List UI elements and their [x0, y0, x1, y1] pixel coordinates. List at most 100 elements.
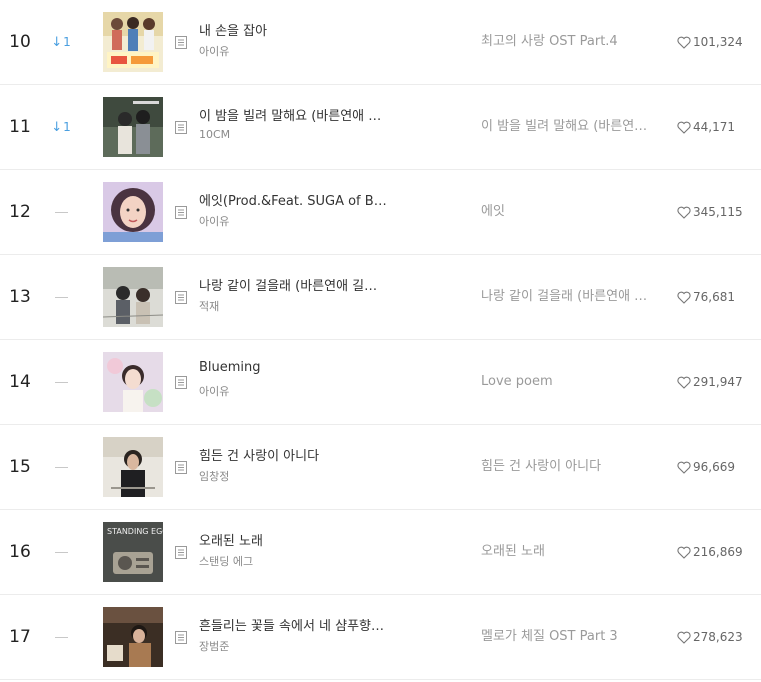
- dash-icon: [54, 636, 68, 638]
- album-cover-portrait-pastel-icon: [103, 352, 163, 412]
- song-title[interactable]: 나랑 같이 걸을래 (바른연애 길잡이 X 적재): [199, 275, 389, 294]
- rank-number: 17: [9, 627, 31, 647]
- like-count: 216,869: [693, 545, 743, 559]
- heart-outline-icon: [677, 546, 691, 559]
- song-title[interactable]: 힘든 건 사랑이 아니다: [199, 445, 389, 464]
- artist-name[interactable]: 10CM: [199, 128, 389, 141]
- dash-icon: [54, 296, 68, 298]
- like-button[interactable]: 278,623: [677, 595, 743, 679]
- album-name[interactable]: 에잇: [481, 170, 656, 254]
- album-cover[interactable]: [103, 12, 163, 72]
- chart-row[interactable]: 11 ↓ 1 이 밤을 빌려 말해요 (바른연애 길잡이 X 10CM) 10C…: [0, 85, 761, 170]
- album-cover-radio-icon: STANDING EGG: [103, 522, 163, 582]
- heart-outline-icon: [677, 376, 691, 389]
- arrow-down-icon: ↓: [51, 34, 63, 50]
- album-cover[interactable]: STANDING EGG: [103, 522, 163, 582]
- like-button[interactable]: 76,681: [677, 255, 735, 339]
- lyrics-document-icon[interactable]: [175, 546, 187, 559]
- rank-change: [44, 510, 78, 594]
- rank-number: 11: [9, 117, 31, 137]
- heart-outline-icon: [677, 631, 691, 644]
- like-count: 96,669: [693, 460, 735, 474]
- heart-outline-icon: [677, 461, 691, 474]
- album-name[interactable]: Love poem: [481, 340, 656, 424]
- artist-name[interactable]: 아이유: [199, 43, 389, 59]
- artist-name[interactable]: 임창정: [199, 468, 389, 484]
- song-title[interactable]: 오래된 노래: [199, 530, 389, 549]
- lyrics-document-icon[interactable]: [175, 206, 187, 219]
- rank-change-amount: 1: [63, 120, 71, 134]
- album-cover[interactable]: [103, 437, 163, 497]
- dash-icon: [54, 551, 68, 553]
- like-count: 291,947: [693, 375, 743, 389]
- chart-row[interactable]: 16 STANDING EGG 오래된 노래 스탠딩 에그 오래된 노래 216…: [0, 510, 761, 595]
- rank-number: 13: [9, 287, 31, 307]
- lyrics-document-icon[interactable]: [175, 376, 187, 389]
- like-button[interactable]: 216,869: [677, 510, 743, 594]
- song-title[interactable]: 내 손을 잡아: [199, 20, 389, 39]
- heart-outline-icon: [677, 291, 691, 304]
- chart-row[interactable]: 10 ↓ 1 내 손을 잡아 아이유 최고의 사랑 OST Part.4 101…: [0, 0, 761, 85]
- like-count: 76,681: [693, 290, 735, 304]
- rank-change: [44, 425, 78, 509]
- lyrics-document-icon[interactable]: [175, 121, 187, 134]
- chart-row[interactable]: 12 에잇(Prod.&Feat. SUGA of BTS) 아이유 에잇 34…: [0, 170, 761, 255]
- like-count: 44,171: [693, 120, 735, 134]
- heart-outline-icon: [677, 206, 691, 219]
- artist-name[interactable]: 적재: [199, 298, 389, 314]
- rank-number: 12: [9, 202, 31, 222]
- rank-change: [44, 340, 78, 424]
- lyrics-document-icon[interactable]: [175, 36, 187, 49]
- rank-number: 15: [9, 457, 31, 477]
- chart-row[interactable]: 13 나랑 같이 걸을래 (바른연애 길잡이 X 적재) 적재 나랑 같이 걸을…: [0, 255, 761, 340]
- album-name[interactable]: 최고의 사랑 OST Part.4: [481, 0, 656, 84]
- album-cover[interactable]: [103, 607, 163, 667]
- rank-number: 10: [9, 32, 31, 52]
- heart-outline-icon: [677, 121, 691, 134]
- like-count: 278,623: [693, 630, 743, 644]
- artist-name[interactable]: 장범준: [199, 638, 389, 654]
- like-button[interactable]: 101,324: [677, 0, 743, 84]
- dash-icon: [54, 211, 68, 213]
- lyrics-document-icon[interactable]: [175, 461, 187, 474]
- song-title[interactable]: 흔들리는 꽃들 속에서 네 샴푸향이 느껴진거야: [199, 615, 389, 634]
- rank-change-amount: 1: [63, 35, 71, 49]
- album-name[interactable]: 힘든 건 사랑이 아니다: [481, 425, 656, 509]
- dash-icon: [54, 466, 68, 468]
- album-name[interactable]: 나랑 같이 걸을래 (바른연애 길잡이 X 적재): [481, 255, 656, 339]
- chart-list: 10 ↓ 1 내 손을 잡아 아이유 최고의 사랑 OST Part.4 101…: [0, 0, 761, 682]
- rank-change: ↓ 1: [44, 85, 78, 169]
- rank-change: [44, 595, 78, 679]
- song-title[interactable]: 이 밤을 빌려 말해요 (바른연애 길잡이 X 10CM): [199, 105, 389, 124]
- chart-row[interactable]: 17 흔들리는 꽃들 속에서 네 샴푸향이 느껴진거야 장범준 멜로가 체질 O…: [0, 595, 761, 680]
- album-cover-drama-cast-icon: [103, 12, 163, 72]
- chart-row[interactable]: 15 힘든 건 사랑이 아니다 임창정 힘든 건 사랑이 아니다 96,669: [0, 425, 761, 510]
- artist-name[interactable]: 아이유: [199, 213, 389, 229]
- like-button[interactable]: 345,115: [677, 170, 743, 254]
- cover-text: STANDING EGG: [107, 527, 163, 536]
- album-cover-webtoon-couple-icon: [103, 97, 163, 157]
- arrow-down-icon: ↓: [51, 119, 63, 135]
- like-button[interactable]: 44,171: [677, 85, 735, 169]
- album-cover[interactable]: [103, 267, 163, 327]
- album-name[interactable]: 멜로가 체질 OST Part 3: [481, 595, 656, 679]
- rank-number: 14: [9, 372, 31, 392]
- rank-change: [44, 255, 78, 339]
- album-name[interactable]: 이 밤을 빌려 말해요 (바른연애 길잡이 X 10CM): [481, 85, 656, 169]
- album-name[interactable]: 오래된 노래: [481, 510, 656, 594]
- like-count: 345,115: [693, 205, 743, 219]
- like-button[interactable]: 96,669: [677, 425, 735, 509]
- like-button[interactable]: 291,947: [677, 340, 743, 424]
- chart-row[interactable]: 14 Blueming 아이유 Love poem 291,947: [0, 340, 761, 425]
- song-title[interactable]: 에잇(Prod.&Feat. SUGA of BTS): [199, 190, 389, 209]
- rank-number: 16: [9, 542, 31, 562]
- song-title[interactable]: Blueming: [199, 360, 389, 375]
- album-cover[interactable]: [103, 352, 163, 412]
- artist-name[interactable]: 스탠딩 에그: [199, 553, 389, 569]
- lyrics-document-icon[interactable]: [175, 631, 187, 644]
- album-cover[interactable]: [103, 182, 163, 242]
- album-cover[interactable]: [103, 97, 163, 157]
- artist-name[interactable]: 아이유: [199, 383, 389, 399]
- album-cover-webtoon-sketch-icon: [103, 267, 163, 327]
- lyrics-document-icon[interactable]: [175, 291, 187, 304]
